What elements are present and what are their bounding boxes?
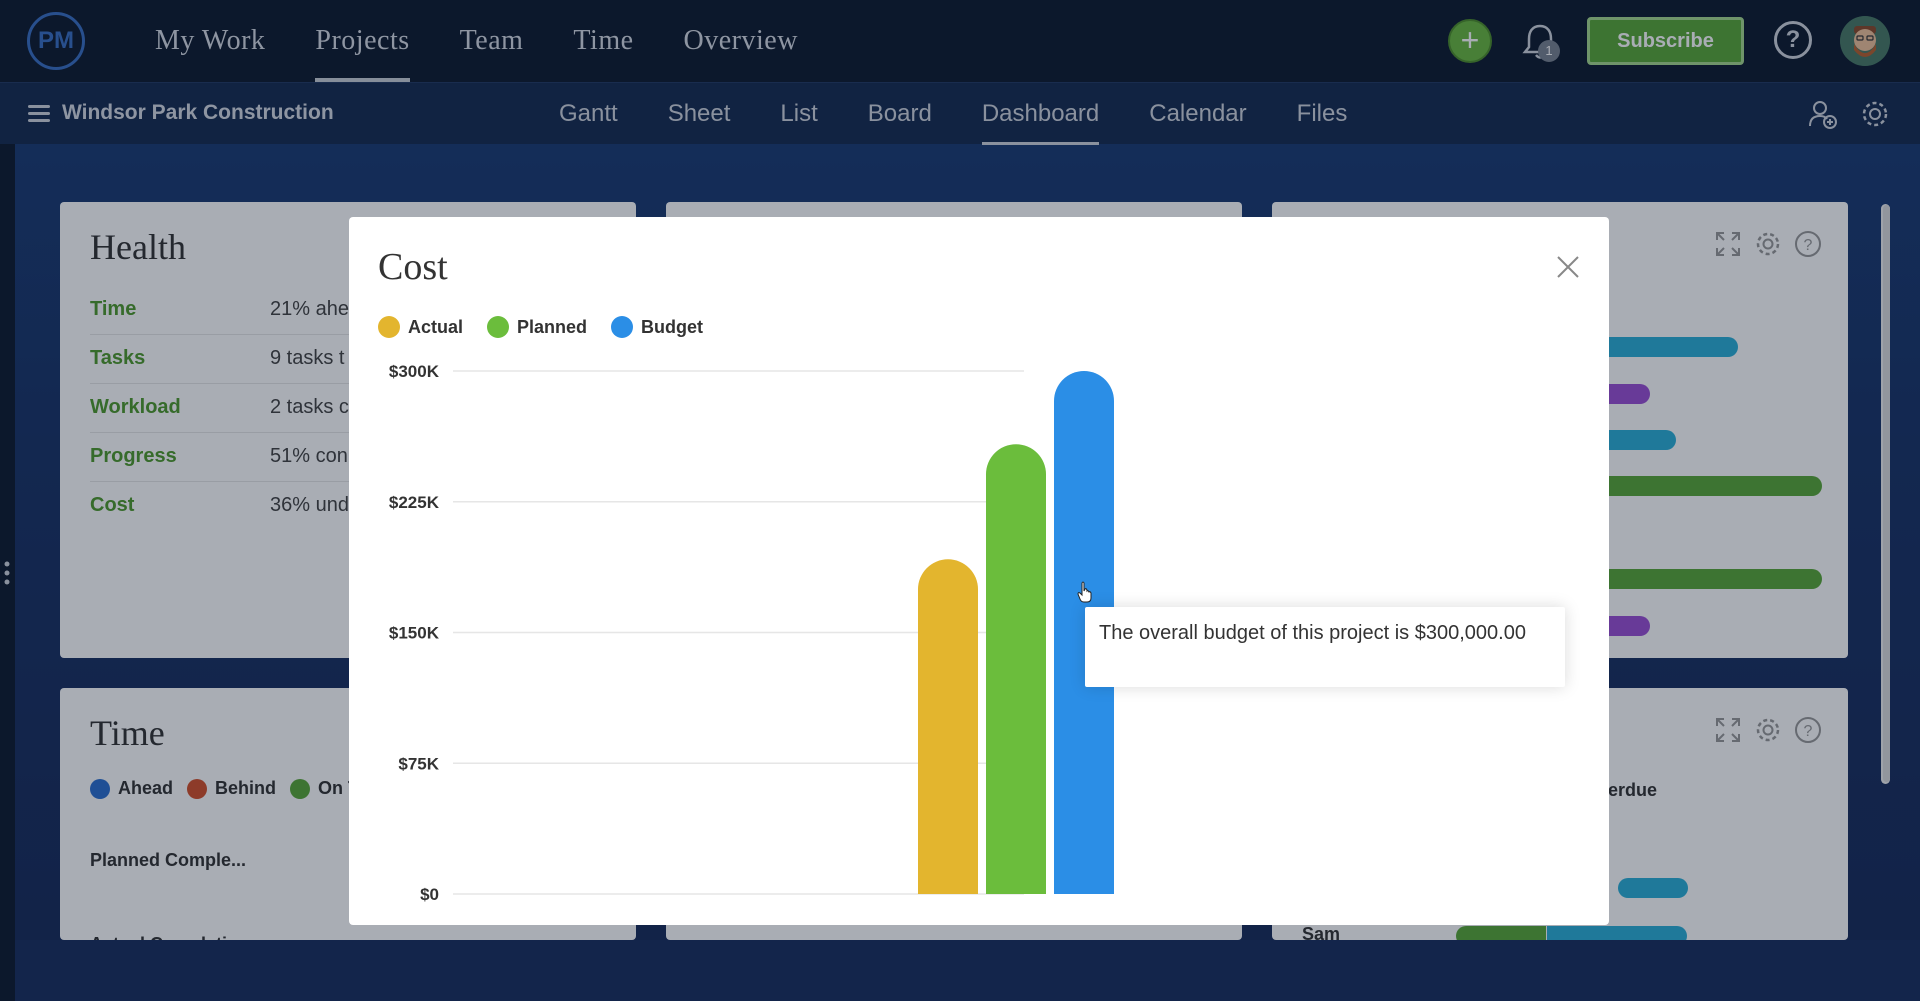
cost-bar-chart: $0 $75K $150K $225K $300K [389, 362, 1114, 904]
y-tick-label: $75K [398, 754, 439, 773]
bar-planned[interactable] [986, 444, 1046, 894]
hand-cursor-icon [1077, 581, 1092, 603]
bar-actual[interactable] [918, 559, 978, 894]
cost-modal: Cost Actual Planned Budget $0 $75K $150K $2… [349, 217, 1609, 925]
y-tick-label: $150K [389, 624, 440, 643]
y-tick-label: $225K [389, 493, 440, 512]
y-tick-label: $300K [389, 362, 440, 381]
chart-tooltip: The overall budget of this project is $3… [1085, 607, 1565, 687]
y-tick-label: $0 [420, 885, 439, 904]
